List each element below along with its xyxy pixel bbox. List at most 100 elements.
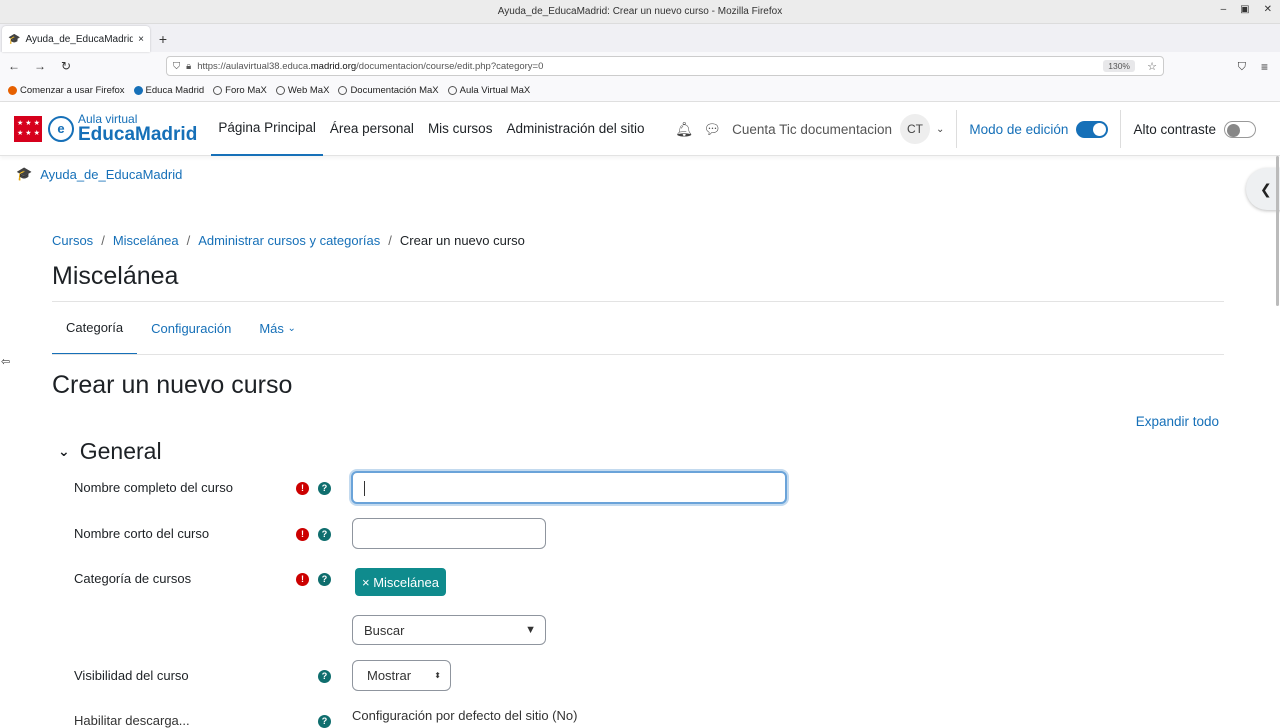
next-field-value: Configuración por defecto del sitio (No) [352, 708, 578, 723]
chevron-down-icon[interactable]: ⌄ [936, 124, 944, 135]
browser-tab[interactable]: 🎓 Ayuda_de_EducaMadrid × [2, 26, 150, 52]
tab-title: Ayuda_de_EducaMadrid [25, 33, 134, 45]
breadcrumb-manage[interactable]: Administrar cursos y categorías [198, 233, 380, 248]
window-controls: – ▣ ✕ [1221, 4, 1272, 15]
caret-down-icon: ▼ [525, 624, 536, 636]
help-icon[interactable]: ? [318, 715, 331, 728]
close-window-icon[interactable]: ✕ [1264, 4, 1272, 15]
menu-icon[interactable]: ≡ [1261, 60, 1268, 74]
edit-mode-label: Modo de edición [969, 121, 1069, 137]
expand-all-link[interactable]: Expandir todo [1136, 414, 1219, 429]
mortarboard-icon: 🎓 [8, 33, 21, 45]
high-contrast-label: Alto contraste [1133, 121, 1216, 137]
form-title: Crear un nuevo curso [52, 371, 293, 399]
lock-icon[interactable]: 🔒︎ [186, 61, 191, 72]
bell-icon[interactable]: 🔔︎ [670, 121, 698, 138]
bookmark-item[interactable]: Documentación MaX [338, 85, 439, 96]
maximize-icon[interactable]: ▣ [1240, 4, 1249, 15]
bookmark-star-icon[interactable]: ☆ [1147, 60, 1157, 73]
bookmark-item[interactable]: Educa Madrid [133, 85, 205, 96]
site-logo[interactable]: Aula virtual EducaMadrid [78, 113, 197, 144]
shield-icon[interactable]: ⛉ [173, 61, 180, 72]
chevron-left-icon: ❮ [1260, 180, 1272, 197]
tab-more[interactable]: Más ⌄ [245, 302, 310, 355]
edit-mode-toggle[interactable] [1076, 120, 1109, 138]
scrollbar[interactable] [1276, 156, 1279, 306]
pointer-icon: ⇦ [1, 356, 11, 368]
avatar[interactable]: CT [899, 114, 930, 144]
minimize-icon[interactable]: – [1221, 4, 1227, 15]
breadcrumb-current: Crear un nuevo curso [399, 233, 525, 248]
browser-navbar: ← → ↻ ⛉ 🔒︎ https://aulavirtual38.educa.m… [0, 52, 1280, 80]
chevron-down-icon: ⌄ [287, 323, 296, 334]
fullname-input[interactable] [351, 471, 787, 504]
section-title: General [79, 438, 162, 464]
nav-home[interactable]: Página Principal [211, 102, 323, 156]
primary-nav: Página Principal Área personal Mis curso… [211, 102, 651, 156]
tab-category[interactable]: Categoría [52, 302, 138, 355]
next-field-label: Habilitar descarga... [74, 713, 190, 728]
bookmarks-toolbar: Comenzar a usar Firefox Educa Madrid Foro … [0, 80, 1280, 102]
section-general-toggle[interactable]: ⌄ General [58, 438, 162, 465]
globe-icon [338, 86, 348, 95]
educamadrid-icon [133, 86, 143, 95]
educamadrid-logo-icon[interactable]: e [48, 115, 74, 142]
url-text: https://aulavirtual38.educa.madrid.org/d… [197, 60, 544, 72]
open-drawer-button[interactable]: ❮ [1246, 168, 1280, 210]
category-chip[interactable]: × Miscelánea [355, 568, 446, 596]
window-title: Ayuda_de_EducaMadrid: Crear un nuevo cur… [497, 6, 783, 17]
pocket-icon[interactable]: ⛉ [1238, 61, 1246, 74]
bookmark-item[interactable]: Aula Virtual MaX [447, 85, 531, 96]
bookmark-label: Aula Virtual MaX [459, 85, 531, 96]
site-brand-link[interactable]: 🎓 Ayuda_de_EducaMadrid [16, 166, 182, 182]
nav-site-admin[interactable]: Administración del sitio [499, 102, 651, 156]
new-tab-button[interactable]: + [150, 26, 176, 52]
globe-icon [447, 86, 457, 95]
help-icon[interactable]: ? [318, 573, 331, 586]
header-right: 🔔︎ 💬︎ Cuenta Tic documentacion CT ⌄ Modo… [670, 102, 1280, 156]
tab-strip: 🎓 Ayuda_de_EducaMadrid × + [0, 24, 1280, 52]
breadcrumb-category[interactable]: Miscelánea [113, 233, 179, 248]
bookmark-label: Comenzar a usar Firefox [20, 85, 125, 96]
zoom-indicator[interactable]: 130% [1103, 60, 1135, 72]
close-tab-icon[interactable]: × [138, 34, 144, 45]
bookmark-label: Web MaX [287, 85, 330, 96]
visibility-select[interactable]: Mostrar ⬍ [352, 660, 451, 691]
url-bar[interactable]: ⛉ 🔒︎ https://aulavirtual38.educa.madrid.… [166, 56, 1164, 76]
bookmark-item[interactable]: Comenzar a usar Firefox [8, 85, 125, 96]
page-content: 🎓 Ayuda_de_EducaMadrid ❮ ⇦ Cursos / Misc… [0, 156, 1280, 622]
help-icon[interactable]: ? [318, 670, 331, 683]
tab-settings[interactable]: Configuración [137, 302, 245, 355]
globe-icon [213, 86, 223, 95]
bookmark-label: Foro MaX [225, 85, 267, 96]
mortarboard-icon: 🎓 [16, 166, 33, 181]
madrid-flag-logo[interactable]: ★ ★ ★ ★ ★ ★ ★ [14, 115, 48, 142]
shortname-input[interactable] [352, 518, 546, 549]
secondary-nav: Categoría Configuración Más ⌄ [52, 302, 310, 355]
updown-icon: ⬍ [434, 671, 441, 680]
visibility-value: Mostrar [367, 668, 412, 683]
nav-personal-area[interactable]: Área personal [323, 102, 421, 156]
forward-icon[interactable]: → [32, 59, 48, 73]
page-title: Miscelánea [52, 262, 179, 290]
nav-my-courses[interactable]: Mis cursos [421, 102, 500, 156]
search-placeholder: Buscar [364, 622, 405, 638]
bookmark-label: Documentación MaX [350, 85, 439, 96]
bookmark-item[interactable]: Web MaX [275, 85, 330, 96]
chevron-down-icon: ⌄ [58, 443, 70, 459]
back-icon[interactable]: ← [6, 59, 22, 73]
breadcrumb-courses[interactable]: Cursos [52, 233, 93, 248]
bookmark-label: Educa Madrid [145, 85, 205, 96]
category-search-select[interactable]: Buscar ▼ [352, 615, 546, 645]
help-icon[interactable]: ? [318, 482, 331, 495]
tab-more-label: Más [259, 321, 284, 336]
reload-icon[interactable]: ↻ [58, 59, 74, 73]
visibility-label: Visibilidad del curso [74, 668, 189, 683]
high-contrast-toggle[interactable] [1224, 120, 1256, 138]
help-icon[interactable]: ? [318, 528, 331, 541]
bookmark-item[interactable]: Foro MaX [213, 85, 267, 96]
message-icon[interactable]: 💬︎ [698, 121, 726, 138]
user-name[interactable]: Cuenta Tic documentacion [732, 122, 892, 137]
logo-line2: EducaMadrid [78, 124, 198, 145]
header-divider [956, 110, 958, 148]
